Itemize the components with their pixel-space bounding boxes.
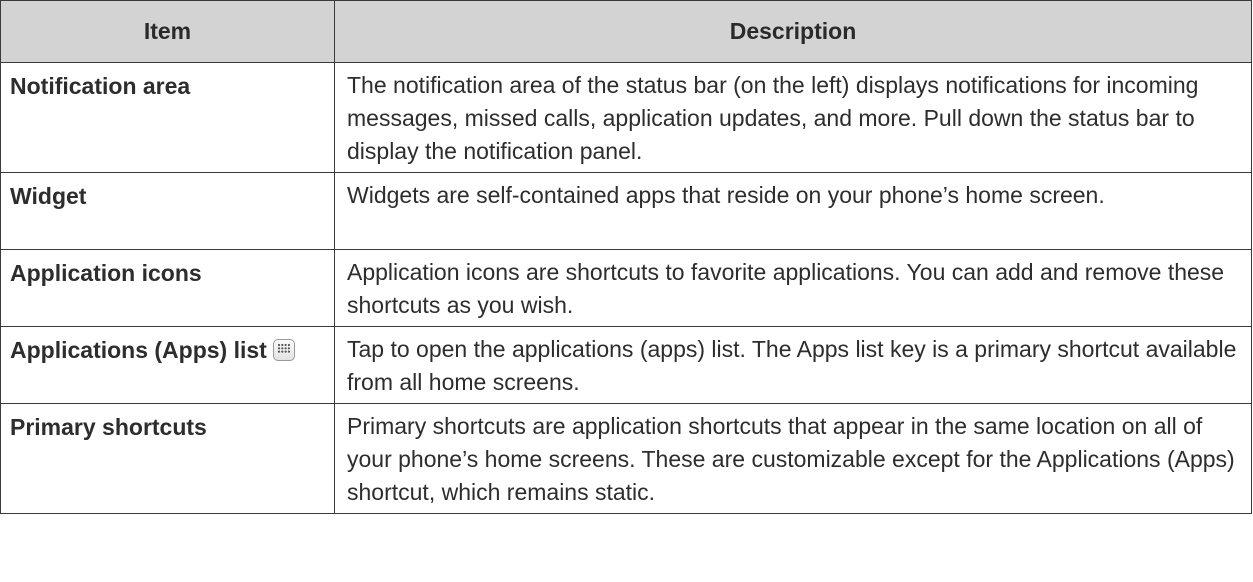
item-label: Applications (Apps) list bbox=[10, 337, 267, 363]
column-header-description: Description bbox=[334, 0, 1252, 63]
apps-grid-icon bbox=[272, 339, 295, 361]
description-cell: Tap to open the applications (apps) list… bbox=[334, 326, 1252, 404]
item-cell: Applications (Apps) list bbox=[0, 326, 335, 404]
column-header-item: Item bbox=[0, 0, 335, 63]
description-cell: The notification area of the status bar … bbox=[334, 62, 1252, 173]
table-body: Notification area The notification area … bbox=[0, 62, 1252, 514]
description-cell: Application icons are shortcuts to favor… bbox=[334, 249, 1252, 327]
table-header: Item Description bbox=[0, 0, 1252, 63]
description-cell: Widgets are self-contained apps that res… bbox=[334, 172, 1252, 250]
item-cell: Application icons bbox=[0, 249, 335, 327]
table-row: Widget Widgets are self-contained apps t… bbox=[0, 172, 1252, 250]
table-header-row: Item Description bbox=[0, 0, 1252, 63]
table-row: Application icons Application icons are … bbox=[0, 249, 1252, 327]
item-cell: Widget bbox=[0, 172, 335, 250]
table-row: Applications (Apps) list Tap to open the… bbox=[0, 326, 1252, 404]
item-cell: Notification area bbox=[0, 62, 335, 173]
table-row: Primary shortcuts Primary shortcuts are … bbox=[0, 403, 1252, 514]
home-screen-items-table: Item Description Notification area The n… bbox=[0, 0, 1252, 514]
table-row: Notification area The notification area … bbox=[0, 62, 1252, 173]
item-cell: Primary shortcuts bbox=[0, 403, 335, 514]
description-cell: Primary shortcuts are application shortc… bbox=[334, 403, 1252, 514]
